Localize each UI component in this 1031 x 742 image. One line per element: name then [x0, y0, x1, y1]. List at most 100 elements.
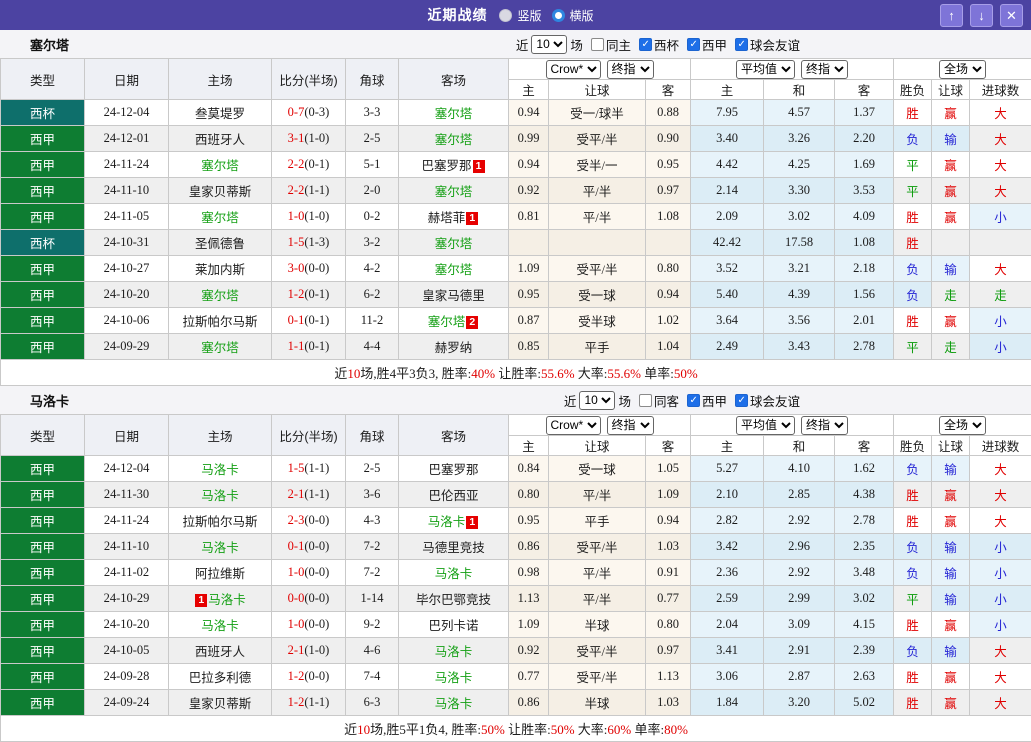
avg-away-cell: 1.69	[835, 152, 894, 178]
avg-away-cell: 1.37	[835, 100, 894, 126]
laliga-checkbox[interactable]	[687, 38, 700, 51]
subheader-col-8: 进球数	[970, 80, 1031, 100]
result-cell: 胜	[894, 690, 932, 716]
goals-result-cell: 大	[970, 638, 1031, 664]
corners-cell: 7-2	[346, 534, 399, 560]
handicap-result-cell: 输	[932, 534, 970, 560]
team-name: 赫塔菲	[428, 211, 466, 225]
score-cell: 3-1(1-0)	[272, 126, 346, 152]
fulltime-score: 2-1	[288, 487, 305, 501]
halftime-score: (1-1)	[304, 183, 329, 197]
checkbox-label[interactable]: 同客	[654, 391, 679, 410]
avg-away-cell: 3.02	[835, 586, 894, 612]
corners-cell: 3-3	[346, 100, 399, 126]
competition-cell: 西甲	[1, 178, 85, 204]
handicap-result-cell: 赢	[932, 612, 970, 638]
result-cell: 负	[894, 638, 932, 664]
date-cell: 24-11-02	[85, 560, 169, 586]
scope-select[interactable]: 全场	[939, 416, 986, 435]
handicap-cell: 受一球	[549, 456, 646, 482]
competition-cell: 西甲	[1, 508, 85, 534]
subheader-col-2: 客	[646, 80, 691, 100]
checkbox-label[interactable]: 球会友谊	[750, 391, 800, 410]
subheader-col-4: 和	[764, 80, 835, 100]
avg-home-cell: 3.42	[691, 534, 764, 560]
bookmaker-dropdown-cell: Crow* 终指	[509, 415, 691, 436]
avg-home-cell: 2.82	[691, 508, 764, 534]
recent-count-select[interactable]: 10	[579, 391, 615, 410]
fulltime-score: 0-1	[288, 539, 305, 553]
avg-stage-select[interactable]: 终指	[801, 60, 848, 79]
recent-label: 近	[516, 35, 529, 54]
corners-cell: 6-2	[346, 282, 399, 308]
vertical-layout-label[interactable]: 竖版	[517, 7, 541, 24]
score-cell: 1-5(1-3)	[272, 230, 346, 256]
result-cell: 负	[894, 282, 932, 308]
goals-result-cell: 大	[970, 126, 1031, 152]
subheader-col-1: 让球	[549, 436, 646, 456]
type-header: 类型	[1, 415, 85, 456]
fulltime-score: 3-1	[288, 131, 305, 145]
home-team-cell: 拉斯帕尔马斯	[169, 308, 272, 334]
checkbox-label[interactable]: 同主	[606, 35, 631, 54]
handicap-cell: 半球	[549, 690, 646, 716]
avg-draw-cell: 3.02	[764, 204, 835, 230]
average-select[interactable]: 平均值	[736, 416, 795, 435]
close-button[interactable]: ✕	[1000, 4, 1023, 27]
checkbox-label[interactable]: 球会友谊	[750, 35, 800, 54]
scope-select[interactable]: 全场	[939, 60, 986, 79]
checkbox-label[interactable]: 西甲	[702, 35, 727, 54]
subheader-col-3: 主	[691, 436, 764, 456]
match-row: 西甲24-12-04马洛卡1-5(1-1)2-5巴塞罗那0.84受一球1.055…	[1, 456, 1031, 482]
laliga-checkbox[interactable]	[687, 394, 700, 407]
fulltime-score: 0-7	[288, 105, 305, 119]
competition-cell: 西甲	[1, 334, 85, 360]
recent-count-select[interactable]: 10	[531, 35, 567, 54]
result-cell: 负	[894, 126, 932, 152]
recent-unit-label: 场	[618, 391, 631, 410]
odds-stage-select[interactable]: 终指	[607, 416, 654, 435]
handicap-result-cell: 赢	[932, 204, 970, 230]
handicap-cell: 受平/半	[549, 256, 646, 282]
fulltime-score: 0-0	[288, 591, 305, 605]
average-select[interactable]: 平均值	[736, 60, 795, 79]
scroll-down-button[interactable]: ↓	[970, 4, 993, 27]
horizontal-layout-label[interactable]: 横版	[570, 7, 594, 24]
team-name: 巴拉多利德	[189, 671, 252, 685]
avg-stage-select[interactable]: 终指	[801, 416, 848, 435]
horizontal-layout-radio[interactable]	[552, 9, 565, 22]
bookmaker-dropdown-cell: Crow* 终指	[509, 59, 691, 80]
date-cell: 24-11-24	[85, 152, 169, 178]
match-row: 西甲24-09-28巴拉多利德1-2(0-0)7-4马洛卡0.77受平/半1.1…	[1, 664, 1031, 690]
bookmaker-select[interactable]: Crow*	[546, 416, 601, 435]
away-odds-cell: 0.88	[646, 100, 691, 126]
bookmaker-select[interactable]: Crow*	[546, 60, 601, 79]
same-away-checkbox[interactable]	[639, 394, 652, 407]
corners-cell: 9-2	[346, 612, 399, 638]
home-header: 主场	[169, 59, 272, 100]
score-header: 比分(半场)	[272, 59, 346, 100]
checkbox-label[interactable]: 西甲	[702, 391, 727, 410]
result-cell: 胜	[894, 664, 932, 690]
goals-result-cell: 大	[970, 152, 1031, 178]
goals-result-cell: 走	[970, 282, 1031, 308]
odds-stage-select[interactable]: 终指	[607, 60, 654, 79]
team-name: 皇家贝蒂斯	[189, 697, 252, 711]
date-cell: 24-10-06	[85, 308, 169, 334]
checkbox-label[interactable]: 西杯	[654, 35, 679, 54]
away-odds-cell: 0.90	[646, 126, 691, 152]
scroll-up-button[interactable]: ↑	[940, 4, 963, 27]
home-team-cell: 皇家贝蒂斯	[169, 178, 272, 204]
vertical-layout-radio[interactable]	[499, 9, 512, 22]
halftime-score: (1-0)	[304, 209, 329, 223]
copa-checkbox[interactable]	[639, 38, 652, 51]
goals-result-cell: 大	[970, 178, 1031, 204]
result-cell: 负	[894, 560, 932, 586]
date-header: 日期	[85, 415, 169, 456]
friendly-checkbox[interactable]	[735, 38, 748, 51]
friendly-checkbox[interactable]	[735, 394, 748, 407]
halftime-score: (1-1)	[304, 695, 329, 709]
match-row: 西甲24-11-24拉斯帕尔马斯2-3(0-0)4-3马洛卡10.95平手0.9…	[1, 508, 1031, 534]
match-row: 西甲24-11-10马洛卡0-1(0-0)7-2马德里竞技0.86受平/半1.0…	[1, 534, 1031, 560]
same-home-checkbox[interactable]	[591, 38, 604, 51]
